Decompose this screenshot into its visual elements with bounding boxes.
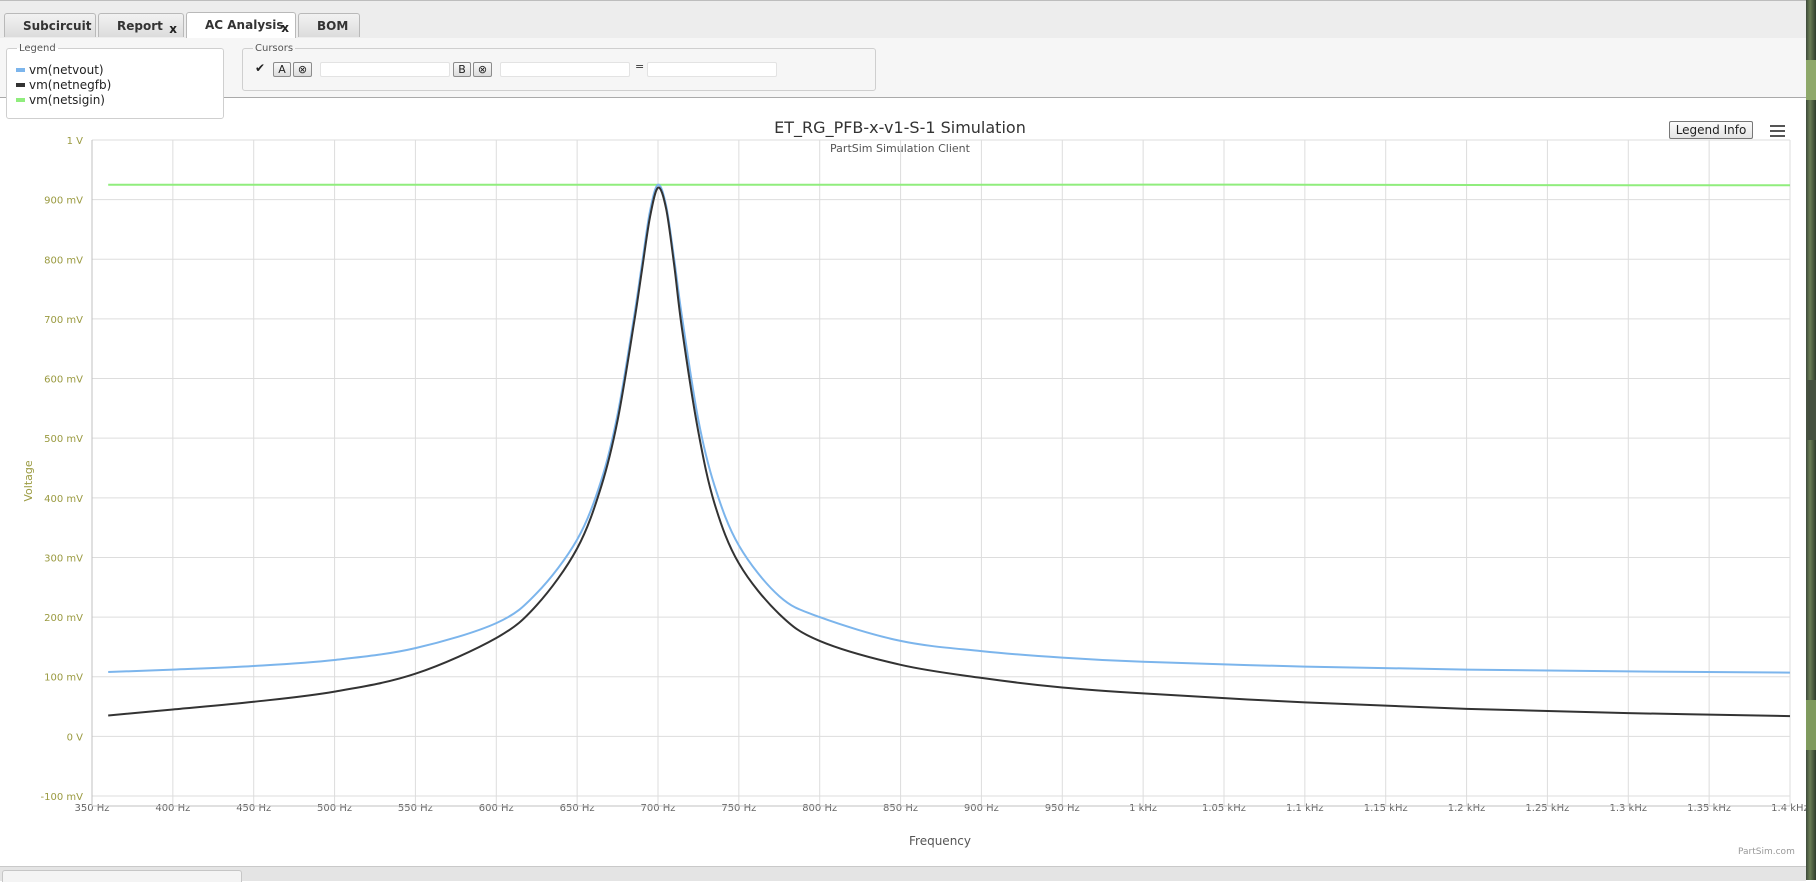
x-axis-title: Frequency [909,834,971,848]
bottom-status-bar [0,866,1806,882]
tab-ac-analysis[interactable]: AC Analysis x [186,12,296,38]
credits-link[interactable]: PartSim.com [1738,847,1795,857]
tab-label: Report [117,19,163,33]
x-tick-label: 550 Hz [398,803,433,814]
legend-item-label: vm(netvout) [29,63,104,77]
tab-label: BOM [317,19,349,33]
x-tick-label: 1.25 kHz [1525,803,1569,814]
tab-label: AC Analysis [205,18,284,32]
tab-subcircuit[interactable]: Subcircuit [4,13,96,37]
cursor-difference-equals: = [635,60,645,73]
chart-plot-svg[interactable]: -100 mV 0 V 100 mV 200 mV 300 mV 400 mV 500 mV… [0,98,1806,866]
x-tick-label: 500 Hz [317,803,352,814]
desktop-edge [1806,0,1816,880]
x-tick-label: 750 Hz [721,803,756,814]
legend-item-label: vm(netnegfb) [29,78,112,92]
y-tick-label: 800 mV [44,255,83,266]
x-tick-label: 700 Hz [640,803,675,814]
cursor-b-value-field[interactable] [500,62,630,77]
x-tick-label: 1.15 kHz [1364,803,1408,814]
window-top-border [0,0,1806,1]
x-tick-label: 600 Hz [479,803,514,814]
x-tick-label: 950 Hz [1045,803,1080,814]
series-swatch [16,67,25,72]
series-swatch [16,97,25,102]
x-tick-label: 800 Hz [802,803,837,814]
x-tick-label: 1.2 kHz [1448,803,1486,814]
x-tick-label: 1.1 kHz [1286,803,1324,814]
x-tick-label: 900 Hz [964,803,999,814]
y-tick-label: 1 V [67,136,84,147]
clear-cursor-b-icon[interactable]: ⊗ [473,62,492,77]
x-tick-label: 1.35 kHz [1687,803,1731,814]
cursor-a-value-field[interactable] [320,62,450,77]
y-tick-label: 0 V [67,732,84,743]
x-tick-label: 400 Hz [155,803,190,814]
x-tick-label: 450 Hz [236,803,271,814]
y-tick-label: 700 mV [44,315,83,326]
series-swatch [16,82,25,87]
chart-container: ET_RG_PFB-x-v1-S-1 Simulation PartSim Si… [0,98,1806,866]
legend-panel-title: Legend [19,43,56,54]
cursor-difference-field[interactable] [647,62,777,77]
x-tick-label: 1.4 kHz [1771,803,1806,814]
y-tick-label: 600 mV [44,375,83,386]
cursor-a-button[interactable]: A [273,62,291,77]
tab-bom[interactable]: BOM [298,13,360,37]
legend-item-netnegfb[interactable]: vm(netnegfb) [16,78,111,93]
close-icon[interactable]: x [169,18,177,40]
bottom-panel-tab[interactable] [2,870,242,882]
tab-label: Subcircuit [23,19,92,33]
x-tick-label: 1.3 kHz [1609,803,1647,814]
y-tick-label: -100 mV [41,792,84,803]
x-tick-label: 1.05 kHz [1202,803,1246,814]
y-tick-label: 500 mV [44,434,83,445]
y-tick-label: 300 mV [44,553,83,564]
legend-item-label: vm(netsigin) [29,93,105,107]
x-tick-label: 1 kHz [1129,803,1157,814]
cursor-b-button[interactable]: B [453,62,471,77]
y-tick-label: 200 mV [44,613,83,624]
y-tick-label: 400 mV [44,494,83,505]
legend-panel: Legend vm(netvout) vm(netnegfb) vm(netsi… [6,43,224,119]
series-line-vm-netnegfb [108,186,1791,718]
legend-item-netvout[interactable]: vm(netvout) [16,63,104,78]
tab-report[interactable]: Report x [98,13,184,37]
tab-bar: Subcircuit Report x AC Analysis x BOM [0,0,1806,39]
x-tick-label: 850 Hz [883,803,918,814]
x-tick-label: 650 Hz [560,803,595,814]
legend-item-netsigin[interactable]: vm(netsigin) [16,93,105,108]
y-axis-title: Voltage [22,460,35,501]
series-line-vm-netsigin [108,183,1791,187]
series-line-vm-netvout [108,183,1791,674]
cursors-panel-title: Cursors [255,43,294,54]
y-tick-label: 100 mV [44,673,83,684]
y-tick-label: 900 mV [44,196,83,207]
cursors-panel: Cursors ✔ A ⊗ B ⊗ = [242,43,876,91]
cursor-enable-checkbox[interactable]: ✔ [255,61,265,75]
clear-cursor-a-icon[interactable]: ⊗ [293,62,312,77]
close-icon[interactable]: x [281,17,289,39]
